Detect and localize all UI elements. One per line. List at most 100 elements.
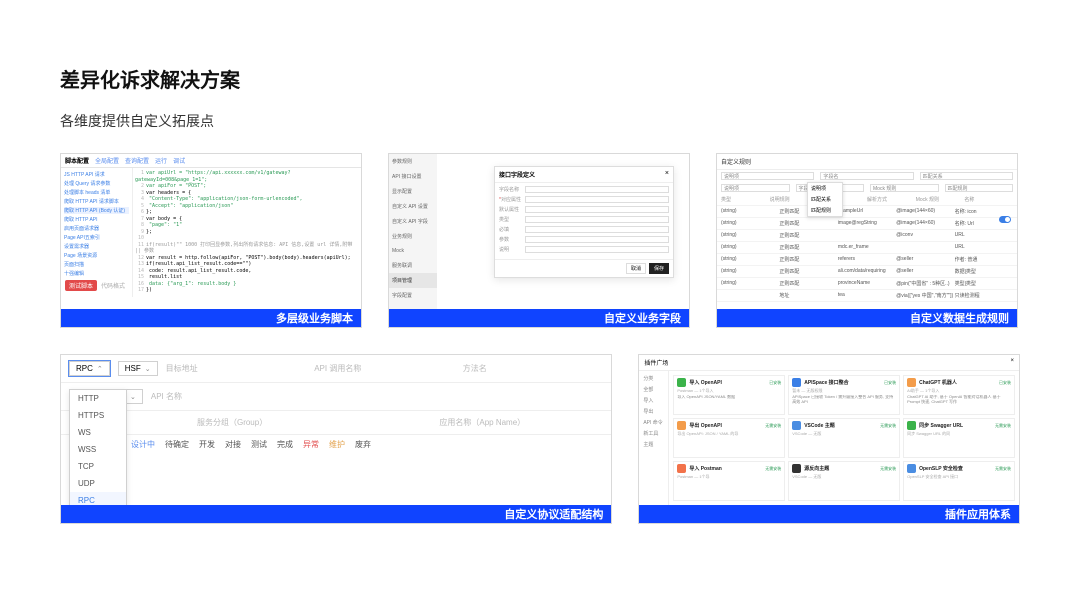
dropdown-option[interactable]: RPC: [70, 492, 126, 505]
select[interactable]: 说明项: [721, 184, 790, 192]
text-input[interactable]: [525, 186, 669, 193]
sidebar-item[interactable]: Page API五索引: [64, 234, 129, 241]
sidebar-item[interactable]: 爬取 HTTP API 请求脚本: [64, 198, 129, 205]
sidebar-item[interactable]: 导出: [641, 406, 666, 417]
label: 默认属性: [499, 206, 525, 213]
tab[interactable]: 运行: [155, 156, 167, 165]
sidebar-item[interactable]: 服务联调: [389, 258, 437, 273]
status-tab[interactable]: 设计中: [131, 439, 155, 450]
save-button[interactable]: 保存: [649, 263, 669, 274]
sidebar-item[interactable]: 新工具: [641, 428, 666, 439]
sidebar-item[interactable]: 自定义 API 设置: [389, 199, 437, 214]
plugin-card[interactable]: 源反向主题无需安装VSCode — 无版: [788, 461, 900, 501]
sidebar-item[interactable]: 启用页面请求器: [64, 225, 129, 232]
target-address-input[interactable]: 目标地址: [166, 363, 307, 374]
sidebar-item[interactable]: 全部: [641, 384, 666, 395]
plugin-card[interactable]: 导出 OpenAPI无需安装导出 OpenAPI: JSON / YAML 的导: [673, 418, 785, 458]
sidebar-item[interactable]: 页面扫描: [64, 261, 129, 268]
sidebar-item[interactable]: API 接口设置: [389, 169, 437, 184]
sidebar-item[interactable]: 处理脚本 heads 清单: [64, 189, 129, 196]
sidebar-item[interactable]: 自定义 API 字段: [389, 214, 437, 229]
group-input[interactable]: 服务分组（Group）: [111, 417, 353, 428]
api-input[interactable]: API 名称: [151, 391, 603, 402]
tab[interactable]: 查询配置: [125, 156, 149, 165]
protocol-select[interactable]: RPC ⌃: [69, 361, 110, 376]
toggle-switch[interactable]: [999, 216, 1011, 223]
dropdown-option[interactable]: TCP: [70, 458, 126, 475]
text-input[interactable]: [525, 206, 669, 213]
sidebar-item[interactable]: 字段配置: [389, 288, 437, 303]
plugin-card[interactable]: OpenSLP 安全检查无需安装OpenSLP 安全检查 API 接口: [903, 461, 1015, 501]
sidebar-item[interactable]: 十强编辑: [64, 270, 129, 277]
text-input[interactable]: [525, 236, 669, 243]
tab[interactable]: 全局配置: [95, 156, 119, 165]
plugin-name: 导入 OpenAPI: [689, 379, 722, 386]
status-tab[interactable]: 待确定: [165, 439, 189, 450]
plugin-card[interactable]: 导入 OpenAPI已安装Postman — 1个导入导入 OpenAPI JS…: [673, 375, 785, 415]
dropdown-option[interactable]: HTTPS: [70, 407, 126, 424]
api-name-input[interactable]: API 调用名称: [314, 363, 455, 374]
sidebar-item[interactable]: 处理 Query 请求参数: [64, 180, 129, 187]
hsf-select[interactable]: HSF ⌄: [118, 361, 158, 376]
tab[interactable]: 调试: [173, 156, 185, 165]
status-tab[interactable]: 异常: [303, 439, 319, 450]
sidebar-item[interactable]: Mock: [389, 244, 437, 258]
select[interactable]: 匹配关系: [920, 172, 1013, 180]
dropdown-option[interactable]: WSS: [70, 441, 126, 458]
status-tab[interactable]: 开发: [199, 439, 215, 450]
select[interactable]: Mock 规则: [870, 184, 939, 192]
status-tab[interactable]: 测试: [251, 439, 267, 450]
plugin-sub: AI助手 — 1个导入: [907, 388, 1011, 394]
method-name-input[interactable]: 方法名: [463, 363, 604, 374]
run-button[interactable]: 测试脚本: [65, 280, 97, 291]
sidebar-item[interactable]: 业务规则: [389, 229, 437, 244]
close-icon[interactable]: ×: [665, 170, 669, 179]
format-button[interactable]: 代码格式: [101, 281, 125, 290]
text-input[interactable]: [525, 196, 669, 203]
text-input[interactable]: [525, 226, 669, 233]
dropdown-menu[interactable]: 说明项匹配关系匹配规则: [807, 182, 843, 217]
plugin-sub: 同步 Swagger URL 的同: [907, 431, 1011, 437]
plugin-card[interactable]: ChatGPT 机器人已安装AI助手 — 1个导入ChatGPT AI 助手, …: [903, 375, 1015, 415]
plugin-card[interactable]: 导入 Postman无需安装Postman — 1个导: [673, 461, 785, 501]
select[interactable]: 匹配规则: [945, 184, 1014, 192]
plugin-card[interactable]: VSCode 主题无需安装VSCode — 无版: [788, 418, 900, 458]
status-tab[interactable]: 废弃: [355, 439, 371, 450]
dropdown-option[interactable]: 说明项: [808, 183, 842, 194]
dropdown-option[interactable]: WS: [70, 424, 126, 441]
dropdown-option[interactable]: HTTP: [70, 390, 126, 407]
appname-input[interactable]: 应用名称（App Name）: [361, 417, 603, 428]
plugin-card[interactable]: APISpace 接口整合已安装暂未 — 无版权限APISpace 已接收 To…: [788, 375, 900, 415]
sidebar-item[interactable]: 显示配置: [389, 184, 437, 199]
dropdown-option[interactable]: UDP: [70, 475, 126, 492]
code-editor[interactable]: 1var apiUrl = "https://api.xxxxxx.com/v1…: [133, 168, 361, 297]
sidebar-item[interactable]: 设置需求器: [64, 243, 129, 250]
install-tag: 无需安装: [880, 466, 896, 472]
close-icon[interactable]: ×: [1010, 358, 1014, 367]
sidebar-item[interactable]: JS HTTP API 请求: [64, 171, 129, 178]
text-input[interactable]: [525, 246, 669, 253]
sidebar-item[interactable]: 爬取 HTTP API (Body 认证): [64, 207, 129, 214]
banner: 自定义协议适配结构: [61, 505, 611, 523]
sidebar-item[interactable]: 主题: [641, 439, 666, 450]
select[interactable]: 说明项: [721, 172, 814, 180]
plugin-card[interactable]: 同步 Swagger URL无需安装同步 Swagger URL 的同: [903, 418, 1015, 458]
protocol-dropdown[interactable]: HTTPHTTPSWSWSSTCPUDPRPC: [69, 389, 127, 505]
plugin-sub: VSCode — 无版: [792, 431, 896, 437]
cancel-button[interactable]: 取消: [626, 263, 646, 274]
dropdown-option[interactable]: 匹配关系: [808, 194, 842, 205]
sidebar-item[interactable]: 导入: [641, 395, 666, 406]
sidebar-item[interactable]: Page 场景资源: [64, 252, 129, 259]
text-input[interactable]: [525, 216, 669, 223]
status-tab[interactable]: 完成: [277, 439, 293, 450]
panel-title: 自定义规则: [717, 154, 1017, 170]
sidebar-item[interactable]: API 命令: [641, 417, 666, 428]
status-tab[interactable]: 对接: [225, 439, 241, 450]
status-tab[interactable]: 维护: [329, 439, 345, 450]
select[interactable]: 字段名: [820, 172, 913, 180]
sidebar-item[interactable]: 参数规则: [389, 154, 437, 169]
dropdown-option[interactable]: 匹配规则: [808, 205, 842, 216]
sidebar-item[interactable]: 项目管理: [389, 273, 437, 288]
sidebar-item[interactable]: 分类: [641, 373, 666, 384]
sidebar-item[interactable]: 爬取 HTTP API: [64, 216, 129, 223]
